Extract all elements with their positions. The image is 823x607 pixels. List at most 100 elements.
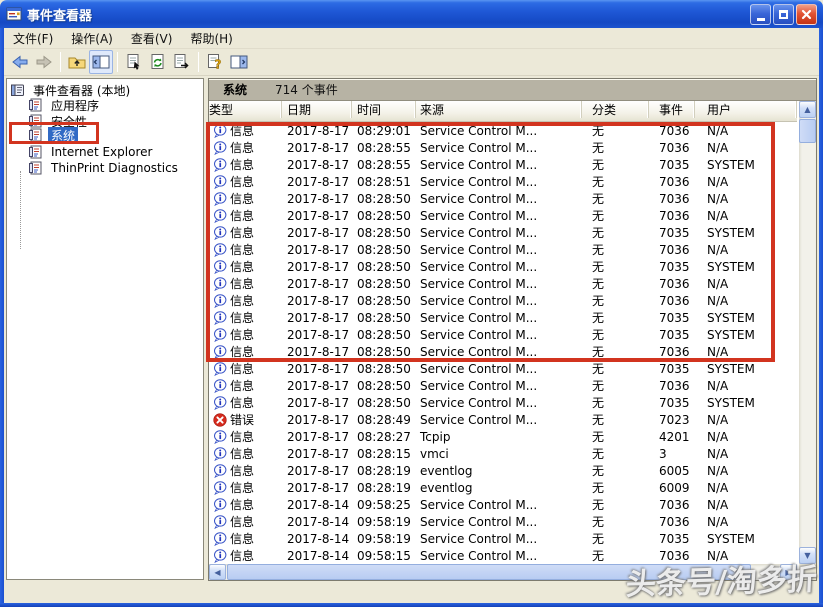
info-icon bbox=[213, 310, 227, 325]
info-icon bbox=[213, 463, 227, 478]
info-icon bbox=[213, 446, 227, 461]
tree-connector bbox=[20, 171, 21, 249]
info-icon bbox=[213, 157, 227, 172]
table-row[interactable]: 信息 2017-8-17 08:28:50 Service Control M.… bbox=[209, 258, 797, 275]
table-row[interactable]: 信息 2017-8-17 08:28:50 Service Control M.… bbox=[209, 360, 797, 377]
show-hide-preview-icon bbox=[230, 55, 248, 69]
column-header-1[interactable]: 日期 bbox=[282, 101, 352, 118]
table-row[interactable]: 信息 2017-8-14 09:58:25 Service Control M.… bbox=[209, 496, 797, 513]
sidebar-item-label: Internet Explorer bbox=[51, 145, 153, 159]
table-row[interactable]: 信息 2017-8-17 08:28:19 eventlog 无 6005 N/… bbox=[209, 462, 797, 479]
table-row[interactable]: 信息 2017-8-17 08:28:50 Service Control M.… bbox=[209, 326, 797, 343]
window-title: 事件查看器 bbox=[27, 8, 93, 24]
up-one-level-icon bbox=[68, 57, 86, 69]
show-hide-preview-button[interactable] bbox=[227, 50, 251, 74]
export-list-icon bbox=[174, 54, 189, 69]
info-icon bbox=[213, 344, 227, 359]
column-header-2[interactable]: 时间 bbox=[352, 101, 416, 118]
table-row[interactable]: 信息 2017-8-17 08:28:19 eventlog 无 6009 N/… bbox=[209, 479, 797, 496]
column-header-4[interactable]: 分类 bbox=[582, 101, 649, 118]
log-icon bbox=[28, 98, 44, 112]
table-row[interactable]: 信息 2017-8-14 09:58:19 Service Control M.… bbox=[209, 530, 797, 547]
column-header-0[interactable]: 类型 bbox=[209, 101, 282, 118]
vertical-scrollbar[interactable]: ▲ ▼ bbox=[799, 101, 816, 564]
back-icon bbox=[12, 55, 28, 69]
event-list-panel: 系统 714 个事件 类型 日期 时间 来源 分类 事件 用户 信息 2017-8-17 0… bbox=[208, 78, 817, 581]
column-header-3[interactable]: 来源 bbox=[416, 101, 582, 118]
table-row[interactable]: 信息 2017-8-17 08:28:55 Service Control M.… bbox=[209, 139, 797, 156]
table-row[interactable]: 信息 2017-8-17 08:28:50 Service Control M.… bbox=[209, 292, 797, 309]
table-row[interactable]: 信息 2017-8-17 08:28:50 Service Control M.… bbox=[209, 224, 797, 241]
properties-button[interactable] bbox=[122, 50, 146, 74]
table-row[interactable]: 信息 2017-8-17 08:28:51 Service Control M.… bbox=[209, 173, 797, 190]
table-row[interactable]: 信息 2017-8-17 08:28:50 Service Control M.… bbox=[209, 377, 797, 394]
toolbar-separator bbox=[117, 52, 118, 72]
up-one-level-button[interactable] bbox=[65, 50, 89, 74]
table-row[interactable]: 信息 2017-8-17 08:28:50 Service Control M.… bbox=[209, 207, 797, 224]
info-icon bbox=[213, 191, 227, 206]
sidebar-item-2[interactable]: 系统 bbox=[28, 126, 79, 144]
scroll-left-button[interactable]: ◀ bbox=[209, 564, 226, 580]
info-icon bbox=[213, 140, 227, 155]
menu-item-1[interactable]: 操作(A) bbox=[62, 28, 122, 49]
maximize-button[interactable] bbox=[773, 3, 794, 25]
table-row[interactable]: 信息 2017-8-17 08:28:50 Service Control M.… bbox=[209, 275, 797, 292]
maximize-icon bbox=[779, 9, 788, 19]
window-border-bottom bbox=[0, 603, 823, 607]
menu-item-3[interactable]: 帮助(H) bbox=[181, 28, 241, 49]
table-row[interactable]: 信息 2017-8-17 08:28:55 Service Control M.… bbox=[209, 156, 797, 173]
refresh-button[interactable] bbox=[146, 50, 170, 74]
menu-item-0[interactable]: 文件(F) bbox=[4, 28, 62, 49]
info-icon bbox=[213, 429, 227, 444]
forward-button[interactable] bbox=[32, 50, 56, 74]
info-icon bbox=[213, 123, 227, 138]
column-header-5[interactable]: 事件 bbox=[649, 101, 695, 118]
log-icon bbox=[28, 161, 44, 175]
info-icon bbox=[213, 395, 227, 410]
sidebar-item-0[interactable]: 应用程序 bbox=[28, 97, 102, 113]
back-button[interactable] bbox=[8, 50, 32, 74]
minimize-icon bbox=[756, 17, 765, 21]
info-icon bbox=[213, 480, 227, 495]
menu-item-2[interactable]: 查看(V) bbox=[122, 28, 182, 49]
sidebar-item-4[interactable]: ThinPrint Diagnostics bbox=[28, 160, 181, 176]
close-button[interactable] bbox=[796, 3, 817, 25]
toolbar-separator bbox=[198, 52, 199, 72]
table-row[interactable]: 信息 2017-8-14 09:58:19 Service Control M.… bbox=[209, 513, 797, 530]
info-icon bbox=[213, 259, 227, 274]
log-summary-band: 系统 714 个事件 bbox=[209, 79, 816, 101]
column-header-6[interactable]: 用户 bbox=[695, 101, 797, 118]
scroll-up-button[interactable]: ▲ bbox=[799, 101, 816, 118]
properties-icon bbox=[127, 54, 140, 70]
log-icon bbox=[28, 145, 44, 159]
close-icon bbox=[801, 9, 812, 19]
toolbar: ? bbox=[4, 49, 819, 76]
show-hide-tree-button[interactable] bbox=[89, 50, 113, 74]
table-row[interactable]: 信息 2017-8-17 08:28:50 Service Control M.… bbox=[209, 241, 797, 258]
minimize-button[interactable] bbox=[750, 3, 771, 25]
table-row[interactable]: 信息 2017-8-17 08:28:27 Tcpip 无 4201 N/A bbox=[209, 428, 797, 445]
vertical-scroll-thumb[interactable] bbox=[799, 119, 816, 143]
table-row[interactable]: 信息 2017-8-17 08:28:50 Service Control M.… bbox=[209, 343, 797, 360]
table-row[interactable]: 错误 2017-8-17 08:28:49 Service Control M.… bbox=[209, 411, 797, 428]
event-viewer-window: 事件查看器 文件(F) 操作(A) 查看(V) 帮助(H) ? 事件查看器 (本… bbox=[0, 0, 823, 607]
help-button[interactable]: ? bbox=[203, 50, 227, 74]
table-row[interactable]: 信息 2017-8-17 08:28:50 Service Control M.… bbox=[209, 309, 797, 326]
error-icon bbox=[213, 412, 227, 427]
export-list-button[interactable] bbox=[170, 50, 194, 74]
log-icon bbox=[28, 128, 44, 142]
window-border-right bbox=[819, 24, 823, 607]
show-hide-tree-icon bbox=[92, 55, 110, 69]
table-row[interactable]: 信息 2017-8-17 08:28:50 Service Control M.… bbox=[209, 394, 797, 411]
info-icon bbox=[213, 548, 227, 563]
forward-icon bbox=[36, 55, 52, 69]
column-header-row: 类型 日期 时间 来源 分类 事件 用户 bbox=[209, 101, 797, 122]
table-row[interactable]: 信息 2017-8-17 08:29:01 Service Control M.… bbox=[209, 122, 797, 139]
info-icon bbox=[213, 225, 227, 240]
table-row[interactable]: 信息 2017-8-17 08:28:15 vmci 无 3 N/A bbox=[209, 445, 797, 462]
sidebar-item-3[interactable]: Internet Explorer bbox=[28, 144, 155, 160]
log-icon bbox=[10, 83, 26, 97]
title-bar[interactable]: 事件查看器 bbox=[0, 0, 823, 28]
table-row[interactable]: 信息 2017-8-17 08:28:50 Service Control M.… bbox=[209, 190, 797, 207]
info-icon bbox=[213, 208, 227, 223]
